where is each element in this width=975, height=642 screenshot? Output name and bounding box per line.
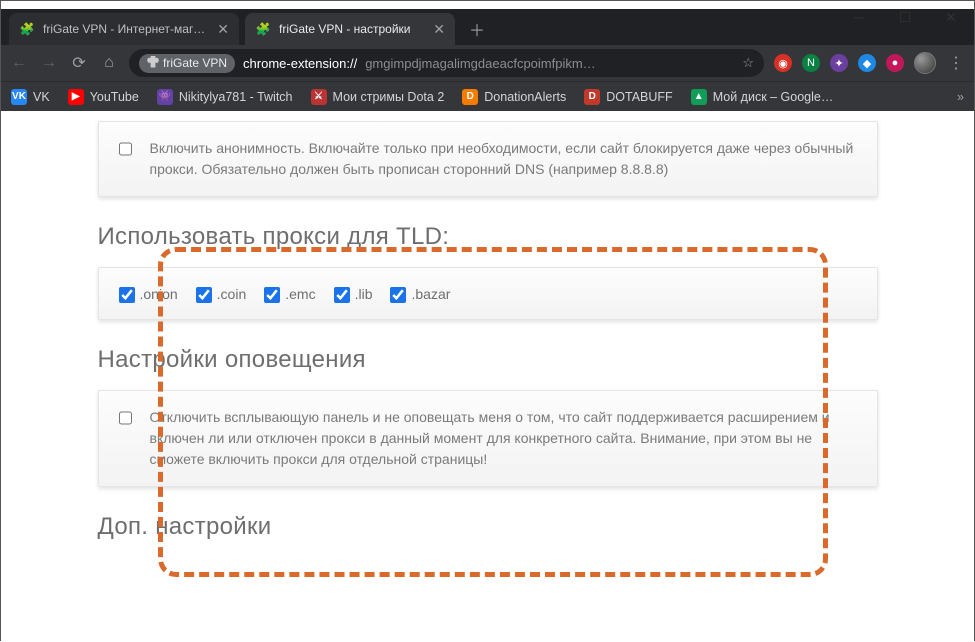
donationalerts-icon: D: [462, 89, 478, 105]
tld-lib[interactable]: .lib: [334, 284, 373, 303]
checkbox-anonymity[interactable]: [119, 141, 132, 157]
puzzle-icon: [147, 56, 159, 71]
tab-store[interactable]: 🧩 friGate VPN - Интернет-магазин ✕: [9, 13, 239, 45]
bookmark-dotabuff[interactable]: D DOTABUFF: [584, 89, 672, 105]
card-anonymity: Включить анонимность. Включайте только п…: [98, 121, 878, 197]
tld-label: .bazar: [411, 286, 450, 302]
tld-label: .emc: [285, 286, 315, 302]
bookmark-google-drive[interactable]: ▲ Мой диск – Google…: [691, 89, 834, 105]
bookmarks-bar: VK VK ▶ YouTube 👾 Nikitylya781 - Twitch ⚔ Мо…: [1, 81, 974, 111]
bookmark-label: VK: [33, 90, 50, 104]
tld-label: .lib: [355, 286, 373, 302]
tld-bazar[interactable]: .bazar: [390, 284, 450, 303]
tld-label: .onion: [140, 286, 178, 302]
checkbox-bazar[interactable]: [390, 287, 406, 303]
extension-pill: friGate VPN: [139, 54, 235, 73]
notification-description: Отключить всплывающую панель и не оповещ…: [150, 407, 857, 470]
checkbox-disable-popup[interactable]: [119, 410, 132, 426]
maximize-button[interactable]: ☐: [882, 1, 928, 33]
section-title-notify: Настройки оповещения: [98, 346, 878, 374]
dota-icon: ⚔: [311, 89, 327, 105]
tld-row: .onion .coin .emc .lib .bazar: [119, 284, 451, 303]
settings-page: Включить анонимность. Включайте только п…: [78, 121, 898, 541]
minimize-button[interactable]: ─: [836, 1, 882, 33]
twitch-icon: 👾: [157, 89, 173, 105]
vk-icon: VK: [11, 89, 27, 105]
checkbox-coin[interactable]: [196, 287, 212, 303]
toolbar: ← → ⟳ ⌂ friGate VPN chrome-extension:// g…: [1, 45, 974, 81]
checkbox-emc[interactable]: [264, 287, 280, 303]
ext-icon-3[interactable]: ✦: [830, 54, 848, 72]
bookmark-label: DonationAlerts: [484, 90, 566, 104]
page-content: Включить анонимность. Включайте только п…: [1, 111, 974, 642]
dotabuff-icon: D: [584, 89, 600, 105]
bookmark-label: YouTube: [90, 90, 139, 104]
webstore-favicon: 🧩: [19, 21, 35, 37]
ext-icon-5[interactable]: ●: [886, 54, 904, 72]
bookmark-label: Мой диск – Google…: [713, 90, 834, 104]
window-controls: ─ ☐ ✕: [836, 1, 974, 33]
tab-strip: 🧩 friGate VPN - Интернет-магазин ✕ 🧩 fri…: [1, 9, 974, 45]
ext-icon-1[interactable]: ◉: [774, 54, 792, 72]
drive-icon: ▲: [691, 89, 707, 105]
section-title-extra: Доп. настройки: [98, 513, 878, 541]
bookmark-label: Мои стримы Dota 2: [333, 90, 445, 104]
ext-icon-4[interactable]: ◆: [858, 54, 876, 72]
section-title-tld: Использовать прокси для TLD:: [98, 223, 878, 251]
card-notification: Отключить всплывающую панель и не оповещ…: [98, 390, 878, 487]
extension-favicon: 🧩: [255, 21, 271, 37]
home-icon[interactable]: ⌂: [99, 53, 119, 73]
menu-icon[interactable]: ⋮: [946, 53, 966, 73]
bookmark-youtube[interactable]: ▶ YouTube: [68, 89, 139, 105]
bookmark-twitch[interactable]: 👾 Nikitylya781 - Twitch: [157, 89, 293, 105]
bookmark-vk[interactable]: VK VK: [11, 89, 50, 105]
bookmark-label: DOTABUFF: [606, 90, 672, 104]
tld-label: .coin: [217, 286, 247, 302]
tab-title: friGate VPN - настройки: [279, 22, 425, 36]
extension-icons: ◉ N ✦ ◆ ●: [774, 54, 904, 72]
tab-title: friGate VPN - Интернет-магазин: [43, 22, 209, 36]
pill-label: friGate VPN: [163, 56, 227, 70]
youtube-icon: ▶: [68, 89, 84, 105]
back-icon[interactable]: ←: [9, 53, 29, 73]
bookmark-label: Nikitylya781 - Twitch: [179, 90, 293, 104]
bookmark-donationalerts[interactable]: D DonationAlerts: [462, 89, 566, 105]
bookmarks-overflow-icon[interactable]: »: [957, 90, 964, 104]
checkbox-onion[interactable]: [119, 287, 135, 303]
tld-emc[interactable]: .emc: [264, 284, 315, 303]
close-icon[interactable]: ✕: [433, 21, 445, 38]
close-icon[interactable]: ✕: [217, 21, 229, 38]
reload-icon[interactable]: ⟳: [69, 53, 89, 73]
url-scheme: chrome-extension://: [243, 56, 357, 71]
profile-avatar[interactable]: [914, 52, 936, 74]
tab-settings[interactable]: 🧩 friGate VPN - настройки ✕: [245, 13, 455, 45]
bookmark-star-icon[interactable]: ☆: [742, 55, 754, 71]
tld-onion[interactable]: .onion: [119, 284, 178, 303]
omnibox[interactable]: friGate VPN chrome-extension:// gmgimpdjm…: [129, 49, 764, 77]
tld-coin[interactable]: .coin: [196, 284, 247, 303]
ext-icon-2[interactable]: N: [802, 54, 820, 72]
bookmark-dota2-streams[interactable]: ⚔ Мои стримы Dota 2: [311, 89, 445, 105]
titlebar: [1, 1, 974, 9]
forward-icon[interactable]: →: [39, 53, 59, 73]
new-tab-button[interactable]: ＋: [463, 15, 491, 43]
card-tld: .onion .coin .emc .lib .bazar: [98, 267, 878, 320]
url-path: gmgimpdjmagalimgdaeacfcpoimfpikm…: [365, 56, 595, 71]
checkbox-lib[interactable]: [334, 287, 350, 303]
close-button[interactable]: ✕: [928, 1, 974, 33]
anonymity-description: Включить анонимность. Включайте только п…: [150, 138, 857, 180]
